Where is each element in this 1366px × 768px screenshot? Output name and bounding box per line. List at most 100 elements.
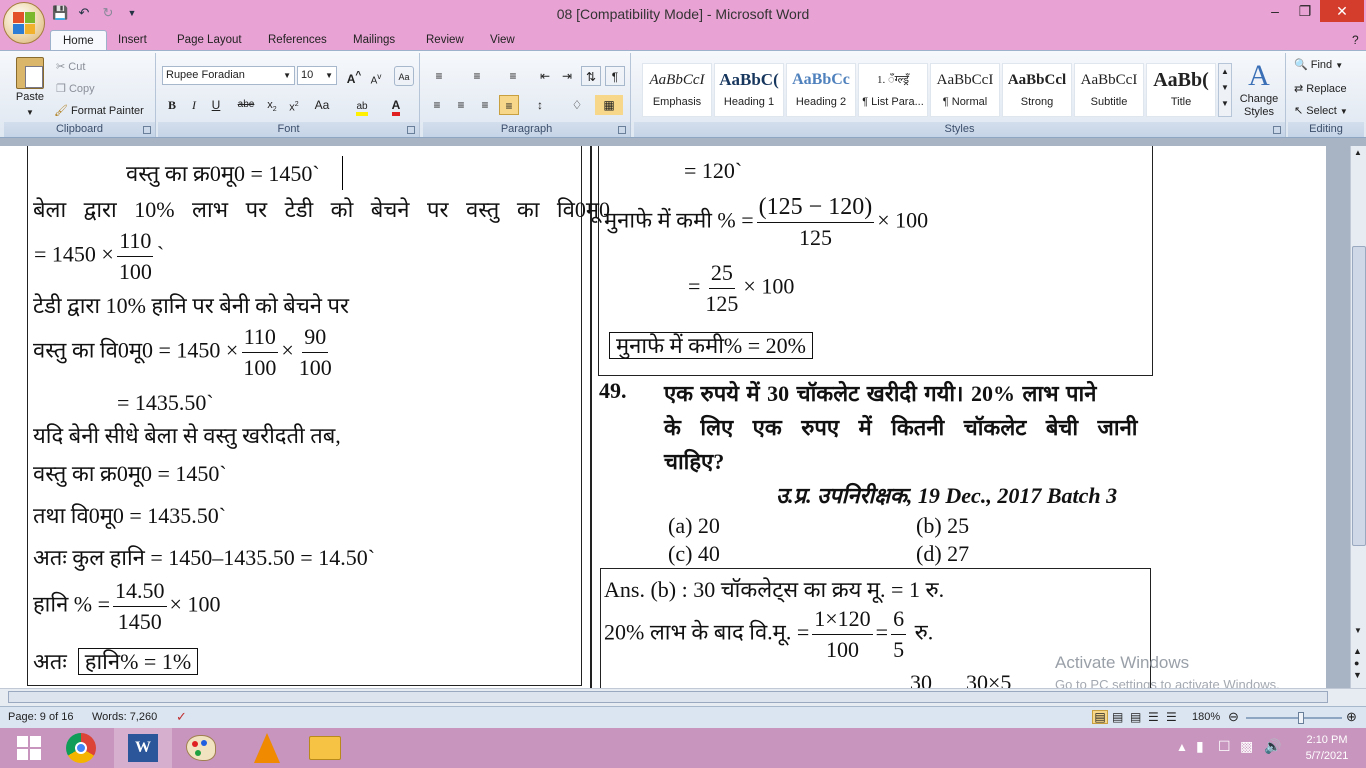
strikethrough-button[interactable]: abe — [232, 95, 260, 115]
horizontal-scroll-thumb[interactable] — [8, 691, 1328, 703]
format-painter-button[interactable]: 🖌 Format Painter — [54, 103, 144, 119]
line-spacing-icon[interactable]: ↕ — [527, 95, 553, 115]
tab-view[interactable]: View — [486, 30, 519, 50]
clear-formatting-icon[interactable]: Aa — [394, 66, 414, 86]
style-title[interactable]: AaBb(Title — [1146, 63, 1216, 117]
outline-icon[interactable]: ☰ — [1148, 710, 1159, 724]
zoom-slider-thumb[interactable] — [1298, 712, 1304, 724]
scroll-down-icon[interactable]: ▼ — [1354, 626, 1362, 635]
font-color-button[interactable]: A — [382, 95, 410, 116]
help-icon[interactable]: ? — [1348, 30, 1363, 50]
highlight-button[interactable]: ab — [348, 95, 376, 116]
restore-button[interactable]: ❐ — [1290, 0, 1320, 22]
select-button[interactable]: ↖ Select ▼ — [1294, 103, 1348, 120]
align-left-icon[interactable]: ≡ — [427, 95, 447, 115]
copy-icon: ❐ — [56, 83, 66, 95]
show-hidden-icons-icon[interactable]: ▲ — [1176, 740, 1188, 754]
word-taskbar-item[interactable]: W — [114, 728, 172, 768]
file-explorer-taskbar-item[interactable] — [296, 728, 354, 768]
volume-icon[interactable]: 🔊 — [1264, 738, 1281, 755]
vertical-scrollbar[interactable]: ▲ ▼ ▲ ● ▼ — [1350, 146, 1366, 688]
dialog-launcher-icon[interactable] — [1273, 126, 1281, 134]
dialog-launcher-icon[interactable] — [407, 126, 415, 134]
next-page-icon[interactable]: ▼ — [1353, 670, 1362, 680]
tab-references[interactable]: References — [264, 30, 331, 50]
sort-icon[interactable]: ⇅ — [581, 66, 601, 86]
paint-taskbar-item[interactable] — [172, 728, 230, 768]
change-styles-button[interactable]: A Change Styles — [1236, 59, 1282, 119]
action-center-icon[interactable]: ☐ — [1218, 738, 1231, 755]
tab-insert[interactable]: Insert — [114, 30, 151, 50]
zoom-in-icon[interactable]: ⊕ — [1346, 709, 1357, 725]
word-count[interactable]: Words: 7,260 — [92, 711, 157, 723]
minimize-button[interactable]: – — [1260, 0, 1290, 22]
chrome-taskbar-item[interactable] — [52, 728, 110, 768]
tab-home[interactable]: Home — [50, 30, 107, 50]
start-button[interactable] — [0, 728, 58, 768]
chrome-icon — [66, 733, 96, 763]
horizontal-scrollbar[interactable] — [0, 688, 1366, 706]
bold-button[interactable]: B — [162, 95, 182, 115]
dialog-launcher-icon[interactable] — [143, 126, 151, 134]
zoom-level[interactable]: 180% — [1192, 711, 1220, 723]
tab-page-layout[interactable]: Page Layout — [173, 30, 246, 50]
numerator: 110 — [241, 322, 278, 353]
full-screen-reading-icon[interactable]: ▤ — [1112, 710, 1123, 724]
dialog-launcher-icon[interactable] — [618, 126, 626, 134]
style-emphasis[interactable]: AaBbCcI Emphasis — [642, 63, 712, 117]
find-button[interactable]: 🔍 Find ▼ — [1294, 57, 1343, 74]
styles-gallery-scroll[interactable]: ▲ ▼ ▼ — [1218, 63, 1232, 117]
subscript-button[interactable]: x2 — [262, 95, 282, 115]
change-case-button[interactable]: Aa — [308, 95, 336, 115]
justify-icon[interactable]: ≡ — [499, 95, 519, 115]
style-strong[interactable]: AaBbCcl Strong — [1002, 63, 1072, 117]
replace-button[interactable]: ⇄ Replace — [1294, 81, 1347, 97]
fraction: (125 − 120) 125 — [756, 192, 875, 253]
underline-button[interactable]: U — [206, 95, 226, 115]
scroll-up-icon[interactable]: ▲ — [1354, 148, 1362, 157]
close-button[interactable]: ✕ — [1320, 0, 1364, 22]
zoom-slider[interactable] — [1246, 717, 1342, 719]
previous-page-icon[interactable]: ▲ — [1353, 646, 1362, 656]
print-layout-icon[interactable]: ▤ — [1092, 710, 1108, 724]
font-name-select[interactable]: Rupee Foradian ▼ — [162, 66, 295, 85]
superscript-button[interactable]: x2 — [284, 95, 304, 115]
cut-button[interactable]: ✂ Cut — [56, 59, 85, 75]
copy-button[interactable]: ❐ Copy — [56, 81, 95, 97]
multilevel-list-icon[interactable]: ≡ — [501, 66, 525, 86]
bullets-icon[interactable]: ≡ — [427, 66, 451, 86]
proofing-icon[interactable]: ✓ — [176, 709, 187, 725]
style-normal[interactable]: AaBbCcI ¶ Normal — [930, 63, 1000, 117]
draft-icon[interactable]: ☰ — [1166, 710, 1177, 724]
style-list-paragraph[interactable]: 1. ँग्ल्ड्रँ ¶ List Para... — [858, 63, 928, 117]
web-layout-icon[interactable]: ▤ — [1130, 710, 1141, 724]
style-heading-1[interactable]: AaBbC(Heading 1 — [714, 63, 784, 117]
document-page[interactable]: वस्तु का क्र0मू0 = 1450` बेला द्वारा 10%… — [0, 146, 1326, 688]
align-center-icon[interactable]: ≡ — [451, 95, 471, 115]
font-size-select[interactable]: 10 ▼ — [297, 66, 337, 85]
page-indicator[interactable]: Page: 9 of 16 — [8, 711, 73, 723]
browse-object-icon[interactable]: ● — [1354, 658, 1359, 668]
tab-mailings[interactable]: Mailings — [349, 30, 399, 50]
vlc-taskbar-item[interactable] — [238, 728, 296, 768]
power-icon[interactable]: ▮ — [1196, 738, 1204, 755]
scroll-thumb[interactable] — [1352, 246, 1366, 546]
tab-review[interactable]: Review — [422, 30, 468, 50]
show-marks-button[interactable]: ¶ — [605, 66, 625, 86]
style-heading-2[interactable]: AaBbCc Heading 2 — [786, 63, 856, 117]
shrink-font-button[interactable]: Av — [366, 66, 386, 86]
style-subtitle[interactable]: AaBbCcI Subtitle — [1074, 63, 1144, 117]
grow-font-button[interactable]: A^ — [344, 66, 364, 86]
network-signal-icon[interactable]: ▩ — [1240, 738, 1253, 755]
zoom-out-icon[interactable]: ⊖ — [1228, 709, 1239, 725]
numbering-icon[interactable]: ≡ — [465, 66, 489, 86]
borders-icon[interactable]: ▦ — [595, 95, 623, 115]
increase-indent-icon[interactable]: ⇥ — [557, 66, 577, 86]
office-button[interactable] — [3, 2, 45, 44]
paste-button[interactable]: Paste ▼ — [10, 57, 50, 121]
align-right-icon[interactable]: ≡ — [475, 95, 495, 115]
shading-icon[interactable]: ♢ — [563, 95, 591, 115]
clock[interactable]: 2:10 PM 5/7/2021 — [1294, 732, 1360, 764]
italic-button[interactable]: I — [184, 95, 204, 115]
decrease-indent-icon[interactable]: ⇤ — [535, 66, 555, 86]
